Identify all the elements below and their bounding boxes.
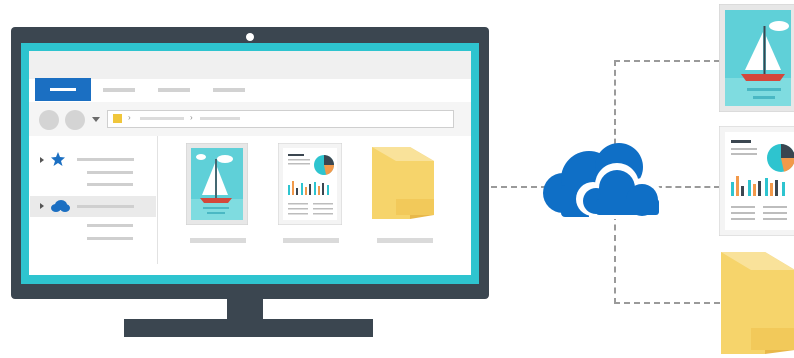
monitor-stand-base	[124, 319, 373, 337]
sidebar-subitem[interactable]	[87, 183, 133, 186]
sidebar-item-quick-access[interactable]	[77, 158, 134, 161]
ribbon-tab-view[interactable]	[213, 88, 245, 92]
onedrive-cloud-icon	[51, 200, 70, 212]
forward-button[interactable]	[65, 110, 85, 130]
document-with-charts-icon[interactable]	[278, 143, 342, 225]
sailboat-picture-icon[interactable]	[186, 143, 248, 225]
ribbon-tab-home[interactable]	[103, 88, 135, 92]
folder-icon	[113, 114, 122, 123]
onedrive-cloud-icon	[543, 143, 662, 219]
sidebar-subitem[interactable]	[87, 237, 133, 240]
webcam-dot	[246, 33, 254, 41]
breadcrumb-segment[interactable]	[140, 117, 184, 120]
ribbon-bar	[29, 51, 471, 79]
file-caption	[190, 238, 246, 243]
quick-access-star-icon	[51, 152, 65, 166]
sync-connector-line	[614, 214, 616, 304]
sailboat-picture-icon	[719, 4, 794, 112]
expand-arrow-icon[interactable]	[40, 157, 44, 163]
file-caption	[377, 238, 433, 243]
sync-connector-line	[614, 60, 720, 62]
ribbon-tab-share[interactable]	[158, 88, 190, 92]
back-button[interactable]	[39, 110, 59, 130]
folder-icon	[721, 252, 794, 354]
chevron-right-icon: ›	[128, 113, 131, 122]
file-caption	[283, 238, 339, 243]
sidebar-subitem[interactable]	[87, 171, 133, 174]
sidebar-item-onedrive[interactable]	[77, 205, 134, 208]
chevron-right-icon: ›	[190, 113, 193, 122]
document-with-charts-icon	[719, 126, 794, 236]
breadcrumb-segment[interactable]	[200, 117, 240, 120]
sync-connector-line	[614, 302, 720, 304]
sync-connector-line	[491, 186, 547, 188]
monitor-stand-neck	[227, 299, 263, 321]
sidebar-subitem[interactable]	[87, 224, 133, 227]
folder-icon[interactable]	[370, 143, 436, 223]
ribbon-tab-file-label	[50, 88, 76, 91]
recent-locations-chevron-down-icon[interactable]	[92, 117, 100, 122]
expand-arrow-icon[interactable]	[40, 203, 44, 209]
